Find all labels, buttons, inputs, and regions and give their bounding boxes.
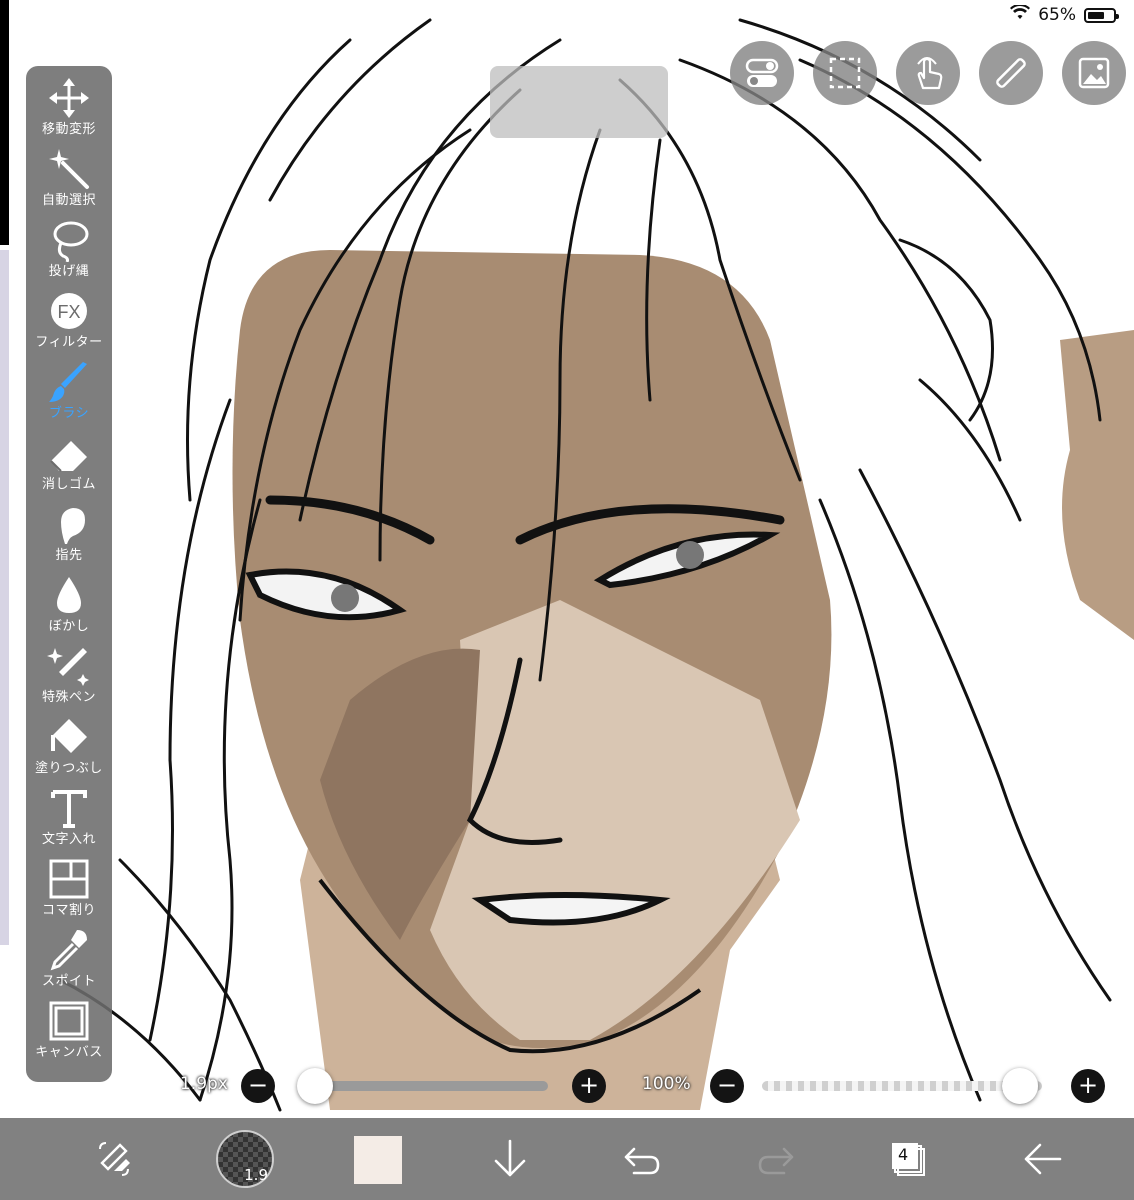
download-arrow-icon — [494, 1139, 526, 1177]
lasso-icon — [53, 221, 89, 262]
opacity-value: 100% — [642, 1074, 691, 1094]
opacity-decrease-button[interactable]: − — [710, 1069, 744, 1103]
brush-size-value: 1.9px — [180, 1074, 228, 1094]
material-button[interactable] — [1062, 41, 1126, 105]
opacity-track[interactable] — [762, 1081, 1042, 1091]
layers-button[interactable]: 4 — [880, 1131, 936, 1187]
ruler-button[interactable] — [979, 41, 1043, 105]
tool-label: 特殊ペン — [41, 690, 96, 705]
canvas-square-icon — [49, 1001, 89, 1041]
color-swatch-button[interactable] — [354, 1136, 402, 1184]
undo-button[interactable] — [614, 1131, 670, 1187]
zoom-indicator — [490, 66, 668, 138]
tool-label: ぼかし — [48, 619, 90, 634]
eraser-icon — [50, 441, 87, 472]
tool-eraser-button[interactable]: 消しゴム — [26, 431, 112, 502]
adjacent-page-preview — [0, 250, 9, 945]
swap-tools-button[interactable] — [86, 1131, 142, 1187]
brush-size-decrease-button[interactable]: − — [241, 1069, 275, 1103]
battery-icon — [1084, 7, 1119, 23]
tool-label: ブラシ — [48, 406, 90, 421]
brush-size-button[interactable]: 1.9 — [216, 1130, 274, 1188]
tool-label: 投げ縄 — [48, 264, 90, 279]
brush-size-icon: 1.9 — [244, 1166, 268, 1184]
opacity-slider-knob[interactable] — [1002, 1068, 1038, 1104]
tool-label: 自動選択 — [41, 193, 96, 208]
app-stage: 65% 移動変形自動選択投げ縄 FX フィルターブラシ消しゴム指先ぼかし特殊ペン塗り… — [0, 0, 1134, 1200]
tool-canvas-button[interactable]: キャンバス — [26, 999, 112, 1070]
tool-label: コマ割り — [41, 903, 96, 918]
tool-dropper-button[interactable]: スポイト — [26, 928, 112, 999]
special-pen-icon — [47, 648, 89, 686]
back-button[interactable] — [1014, 1131, 1070, 1187]
back-arrow-icon — [1024, 1143, 1062, 1175]
eyedropper-icon — [50, 930, 87, 971]
tool-label: キャンバス — [35, 1045, 103, 1060]
swap-tools-icon — [99, 1142, 130, 1176]
bucket-fill-icon — [51, 719, 87, 753]
selection-button[interactable] — [813, 41, 877, 105]
tool-lasso-button[interactable]: 投げ縄 — [26, 218, 112, 289]
dashed-selection-icon — [829, 57, 861, 89]
brush-size-increase-button[interactable]: + — [572, 1069, 606, 1103]
toggle-switches-icon — [745, 58, 779, 87]
toggle-settings-button[interactable] — [730, 41, 794, 105]
status-bar: 65% — [1010, 3, 1119, 26]
tool-magic-button[interactable]: 自動選択 — [26, 147, 112, 218]
brush-size-track[interactable] — [312, 1081, 548, 1091]
bottom-toolbar: 1.9 4 — [0, 1118, 1134, 1200]
touch-hand-icon — [917, 57, 943, 90]
wifi-icon — [1010, 3, 1031, 26]
image-material-icon — [1078, 57, 1110, 89]
opacity-increase-button[interactable]: + — [1071, 1069, 1105, 1103]
gesture-button[interactable] — [896, 41, 960, 105]
tool-text-button[interactable]: 文字入れ — [26, 786, 112, 857]
tool-move-button[interactable]: 移動変形 — [26, 76, 112, 147]
smudge-finger-icon — [61, 508, 85, 544]
color-swatch-icon — [354, 1136, 402, 1184]
text-t-icon — [51, 790, 87, 828]
layer-count: 4 — [898, 1145, 909, 1164]
adjacent-page-edge — [0, 0, 9, 245]
blur-drop-icon — [57, 577, 81, 613]
ruler-pen-icon — [996, 58, 1026, 88]
undo-icon — [624, 1147, 660, 1175]
tool-blur-button[interactable]: ぼかし — [26, 573, 112, 644]
brush-size-slider-knob[interactable] — [297, 1068, 333, 1104]
tool-label: 塗りつぶし — [35, 761, 103, 776]
tool-label: 移動変形 — [41, 122, 96, 137]
svg-text:FX: FX — [57, 302, 80, 322]
tool-filter-button[interactable]: FX フィルター — [26, 289, 112, 360]
tool-frame-button[interactable]: コマ割り — [26, 857, 112, 928]
save-download-button[interactable] — [482, 1131, 538, 1187]
tool-palette: 移動変形自動選択投げ縄 FX フィルターブラシ消しゴム指先ぼかし特殊ペン塗りつぶし文… — [26, 66, 112, 1082]
fx-filter-icon: FX — [51, 293, 87, 329]
tool-label: 消しゴム — [41, 477, 96, 492]
tool-label: スポイト — [41, 974, 96, 989]
tool-fill-button[interactable]: 塗りつぶし — [26, 715, 112, 786]
tool-label: 文字入れ — [41, 832, 96, 847]
battery-percent: 65% — [1038, 5, 1076, 25]
redo-icon — [758, 1147, 794, 1175]
tool-label: フィルター — [35, 335, 103, 350]
brush-icon — [49, 362, 87, 402]
magic-wand-icon — [49, 149, 89, 189]
tool-brush-button[interactable]: ブラシ — [26, 360, 112, 431]
tool-smudge-button[interactable]: 指先 — [26, 502, 112, 573]
drawing-canvas[interactable] — [0, 0, 1134, 1200]
move-arrows-icon — [49, 78, 89, 118]
tool-special-button[interactable]: 特殊ペン — [26, 644, 112, 715]
tool-label: 指先 — [55, 548, 83, 563]
redo-button[interactable] — [748, 1131, 804, 1187]
frame-divider-icon — [49, 859, 89, 899]
